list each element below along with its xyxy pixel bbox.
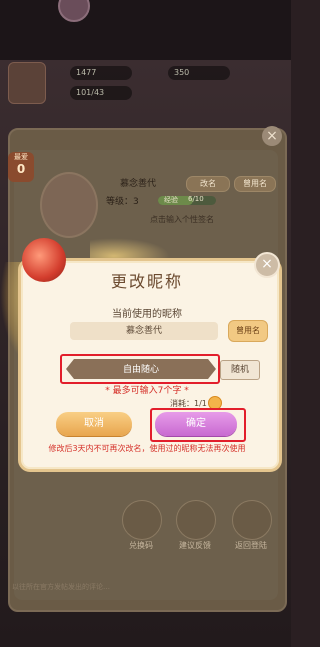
return-login-icon[interactable] [232,500,272,540]
used-names-button[interactable]: 曾用名 [228,320,268,342]
redeem-code-label[interactable]: 兑换码 [116,540,166,551]
xp-label: 经验 [164,196,178,204]
resource-counter-1: 1477 [70,66,132,80]
random-name-button[interactable]: 随机 [220,360,260,380]
favorite-badge-value: 0 [16,162,26,176]
profile-nickname: 慕念善代 [120,179,157,189]
cancel-button[interactable]: 取消 [56,412,132,436]
used-names-button-card[interactable]: 曾用名 [234,176,276,192]
current-nickname-label: 当前使用的昵称 [112,309,182,320]
dialog-title: 更改昵称 [110,272,183,291]
footer-notice: 以往所在官方发帖发出的评论… [12,583,110,591]
xp-value: 6/10 [188,195,204,203]
current-nickname: 慕念善代 [70,322,218,340]
level-value: 3 [133,197,139,207]
top-status-area [0,0,291,60]
favorite-badge-label: 最爱 [14,153,28,161]
favorite-badge: 最爱 0 [8,152,34,182]
player-avatar[interactable] [8,62,46,104]
rename-button[interactable]: 改名 [186,176,230,192]
resource-counter-3: 101/43 [70,86,132,100]
xp-bar: 经验 6/10 [158,195,216,205]
feedback-label[interactable]: 建议反馈 [170,540,220,551]
profile-level: 等级：3 [106,194,139,207]
resource-counter-2: 350 [168,66,230,80]
level-label: 等级： [106,197,134,207]
confirm-button[interactable]: 确定 [155,412,237,436]
profile-close-icon[interactable]: × [262,126,282,146]
return-login-label[interactable]: 返回登陆 [226,540,276,551]
signature-input[interactable]: 点击输入个性签名 [150,214,214,225]
nickname-input[interactable] [66,359,216,379]
feedback-icon[interactable] [176,500,216,540]
max-length-hint: * 最多可输入7个字 * [105,386,189,396]
profile-avatar[interactable] [40,172,98,238]
rename-warning: 修改后3天内不可再次改名，使用过的昵称无法再次使用 [48,444,246,453]
redeem-code-icon[interactable] [122,500,162,540]
